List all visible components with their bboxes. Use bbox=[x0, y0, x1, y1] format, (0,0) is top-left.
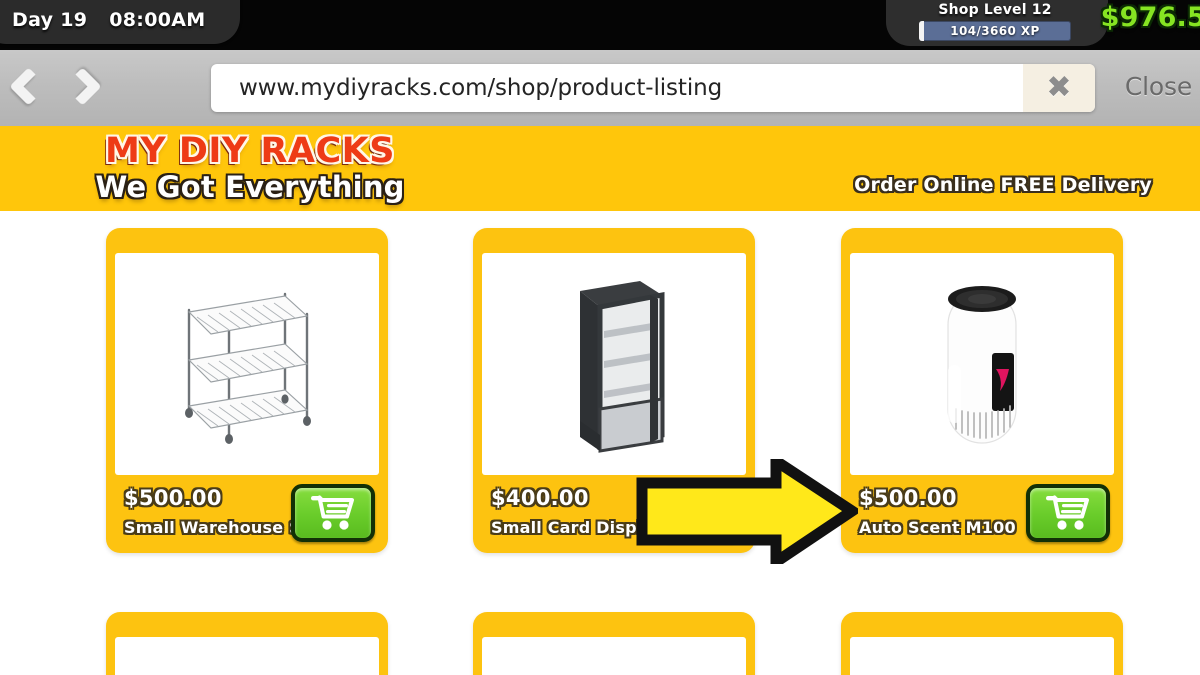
hud-shop-level-panel: Shop Level 12 104/3660 XP bbox=[890, 2, 1100, 41]
url-input[interactable]: www.mydiyracks.com/shop/product-listing bbox=[211, 75, 1023, 101]
product-card-small-card-display[interactable]: $400.00 Small Card Display bbox=[473, 228, 755, 553]
add-to-cart-button[interactable] bbox=[658, 484, 742, 542]
product-image-glass-display-cabinet bbox=[482, 253, 746, 475]
hud-day-time: Day 19 08:00AM bbox=[12, 9, 205, 31]
product-card-footer: $400.00 Small Card Display bbox=[473, 475, 755, 553]
xp-progress-bar: 104/3660 XP bbox=[919, 21, 1071, 41]
product-price: $500.00 bbox=[124, 486, 222, 510]
game-hud: Day 19 08:00AM Shop Level 12 104/3660 XP… bbox=[0, 0, 1200, 50]
add-to-cart-button[interactable] bbox=[291, 484, 375, 542]
product-grid: $500.00 Small Warehouse Shelf $400.00 Sm… bbox=[0, 211, 1200, 675]
product-card-row2-2[interactable] bbox=[473, 612, 755, 675]
product-price: $500.00 bbox=[859, 486, 957, 510]
product-price: $400.00 bbox=[491, 486, 589, 510]
product-name: Small Card Display bbox=[491, 518, 664, 537]
hud-shop-level-label: Shop Level 12 bbox=[938, 2, 1052, 18]
product-card-footer: $500.00 Auto Scent M100 bbox=[841, 475, 1123, 553]
store-promo-text: Order Online FREE Delivery bbox=[854, 174, 1152, 196]
chevron-right-icon[interactable] bbox=[64, 64, 96, 108]
store-brand-title: MY DIY RACKS bbox=[104, 131, 396, 171]
product-image-air-freshener bbox=[850, 253, 1114, 475]
browser-nav-arrows bbox=[10, 64, 96, 108]
browser-toolbar: www.mydiyracks.com/shop/product-listing … bbox=[0, 50, 1200, 126]
product-name: Auto Scent M100 bbox=[859, 518, 1016, 537]
product-card-row2-3[interactable] bbox=[841, 612, 1123, 675]
hud-day-label: Day 19 bbox=[12, 9, 88, 31]
chevron-left-icon[interactable] bbox=[10, 64, 42, 108]
product-card-small-warehouse-shelf[interactable]: $500.00 Small Warehouse Shelf bbox=[106, 228, 388, 553]
product-image-gray-pyramid bbox=[850, 637, 1114, 675]
store-brand: MY DIY RACKS We Got Everything bbox=[70, 130, 430, 204]
address-bar[interactable]: www.mydiyracks.com/shop/product-listing … bbox=[211, 64, 1095, 112]
store-brand-subtitle: We Got Everything bbox=[95, 170, 405, 204]
product-card-row2-1[interactable] bbox=[106, 612, 388, 675]
hud-money-label: $976.5 bbox=[1100, 2, 1200, 33]
hud-time-label: 08:00AM bbox=[109, 9, 206, 31]
add-to-cart-button[interactable] bbox=[1026, 484, 1110, 542]
close-browser-button[interactable]: Close bbox=[1125, 72, 1192, 101]
product-image-blank bbox=[482, 637, 746, 675]
shopping-cart-icon bbox=[311, 495, 354, 530]
product-card-auto-scent-m100[interactable]: $500.00 Auto Scent M100 bbox=[841, 228, 1123, 553]
store-banner: MY DIY RACKS We Got Everything bbox=[0, 126, 1200, 211]
product-image-dark-shelf bbox=[115, 637, 379, 675]
shopping-cart-icon bbox=[1046, 495, 1089, 530]
shopping-cart-icon bbox=[678, 495, 721, 530]
product-card-footer: $500.00 Small Warehouse Shelf bbox=[106, 475, 388, 553]
game-screen: $500.00 Small Warehouse Shelf $400.00 Sm… bbox=[0, 0, 1200, 675]
close-x-icon: ✖ bbox=[1046, 70, 1072, 105]
clear-url-button[interactable]: ✖ bbox=[1023, 64, 1095, 112]
xp-progress-label: 104/3660 XP bbox=[950, 24, 1040, 38]
product-image-wire-shelf bbox=[115, 253, 379, 475]
